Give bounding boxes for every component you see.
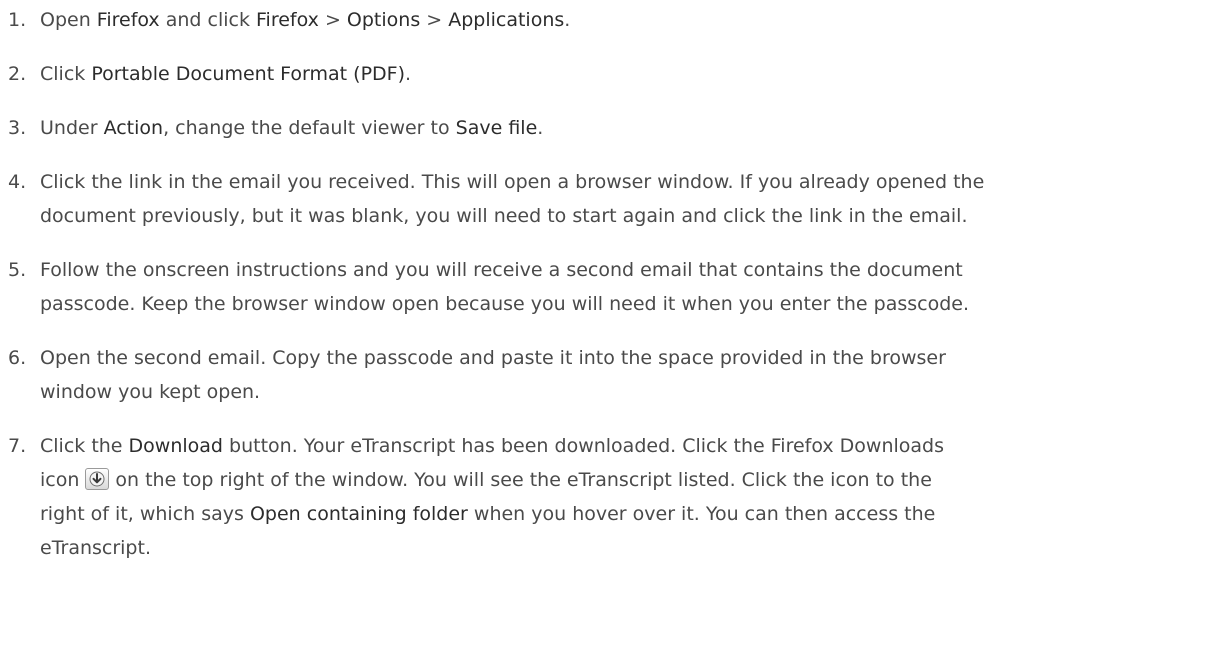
text-run: right of it, which says: [40, 503, 250, 525]
step-line: window you kept open.: [40, 375, 1210, 409]
text-run: eTranscript.: [40, 537, 151, 559]
ui-term: Action: [103, 117, 164, 139]
step-line: Under Action, change the default viewer …: [40, 111, 1210, 145]
ui-term: Save file: [455, 117, 538, 139]
step-number: 7.: [8, 435, 27, 457]
step-line: Click the Download button. Your eTranscr…: [40, 429, 1210, 463]
step-line: Click Portable Document Format (PDF).: [40, 57, 1210, 91]
text-run: Click the link in the email you received…: [40, 171, 985, 193]
text-run: >: [318, 9, 347, 31]
step-number: 2.: [8, 63, 27, 85]
step-line: document previously, but it was blank, y…: [40, 199, 1210, 233]
text-run: .: [564, 9, 571, 31]
text-run: >: [420, 9, 449, 31]
step-text: Follow the onscreen instructions and you…: [40, 253, 1210, 321]
ui-term: Download: [128, 435, 223, 457]
text-run: , change the default viewer to: [163, 117, 456, 139]
text-run: document previously, but it was blank, y…: [40, 205, 968, 227]
step-text: Click the link in the email you received…: [40, 165, 1210, 233]
step-number: 4.: [8, 171, 27, 193]
step-number: 1.: [8, 9, 27, 31]
ui-term: Applications: [448, 9, 565, 31]
text-run: Under: [40, 117, 104, 139]
text-run: on the top right of the window. You will…: [115, 469, 932, 491]
step-line: eTranscript.: [40, 531, 1210, 565]
step-text: Click Portable Document Format (PDF).: [40, 57, 1210, 91]
step-text: Under Action, change the default viewer …: [40, 111, 1210, 145]
text-run: and click: [159, 9, 257, 31]
text-run: Click the: [40, 435, 129, 457]
step-text: Open Firefox and click Firefox > Options…: [40, 3, 1210, 37]
ui-term: Options: [346, 9, 421, 31]
step-line: icon on the top right of the window. You …: [40, 463, 1210, 497]
text-run: Follow the onscreen instructions and you…: [40, 259, 963, 281]
ui-term: Open containing folder: [249, 503, 468, 525]
step-line: Click the link in the email you received…: [40, 165, 1210, 199]
step-line: right of it, which says Open containing …: [40, 497, 1210, 531]
download-arrow-icon: [85, 467, 110, 490]
ui-term: Portable Document Format (PDF): [91, 63, 406, 85]
step-line: passcode. Keep the browser window open b…: [40, 287, 1210, 321]
step-number: 6.: [8, 347, 27, 369]
text-run: .: [405, 63, 412, 85]
step-line: Open Firefox and click Firefox > Options…: [40, 3, 1210, 37]
step-line: Open the second email. Copy the passcode…: [40, 341, 1210, 375]
text-run: passcode. Keep the browser window open b…: [40, 293, 970, 315]
text-run: when you hover over it. You can then acc…: [467, 503, 936, 525]
text-run: Open: [40, 9, 97, 31]
step-number: 5.: [8, 259, 27, 281]
ui-term: Firefox: [96, 9, 160, 31]
text-run: Open the second email. Copy the passcode…: [40, 347, 946, 369]
step-text: Click the Download button. Your eTranscr…: [40, 429, 1210, 565]
ui-term: Firefox: [256, 9, 319, 31]
text-run: icon: [40, 469, 80, 491]
text-run: button. Your eTranscript has been downlo…: [223, 435, 945, 457]
step-line: Follow the onscreen instructions and you…: [40, 253, 1210, 287]
text-run: window you kept open.: [40, 381, 261, 403]
step-number: 3.: [8, 117, 27, 139]
text-run: .: [537, 117, 544, 139]
step-text: Open the second email. Copy the passcode…: [40, 341, 1210, 409]
text-run: Click: [40, 63, 92, 85]
